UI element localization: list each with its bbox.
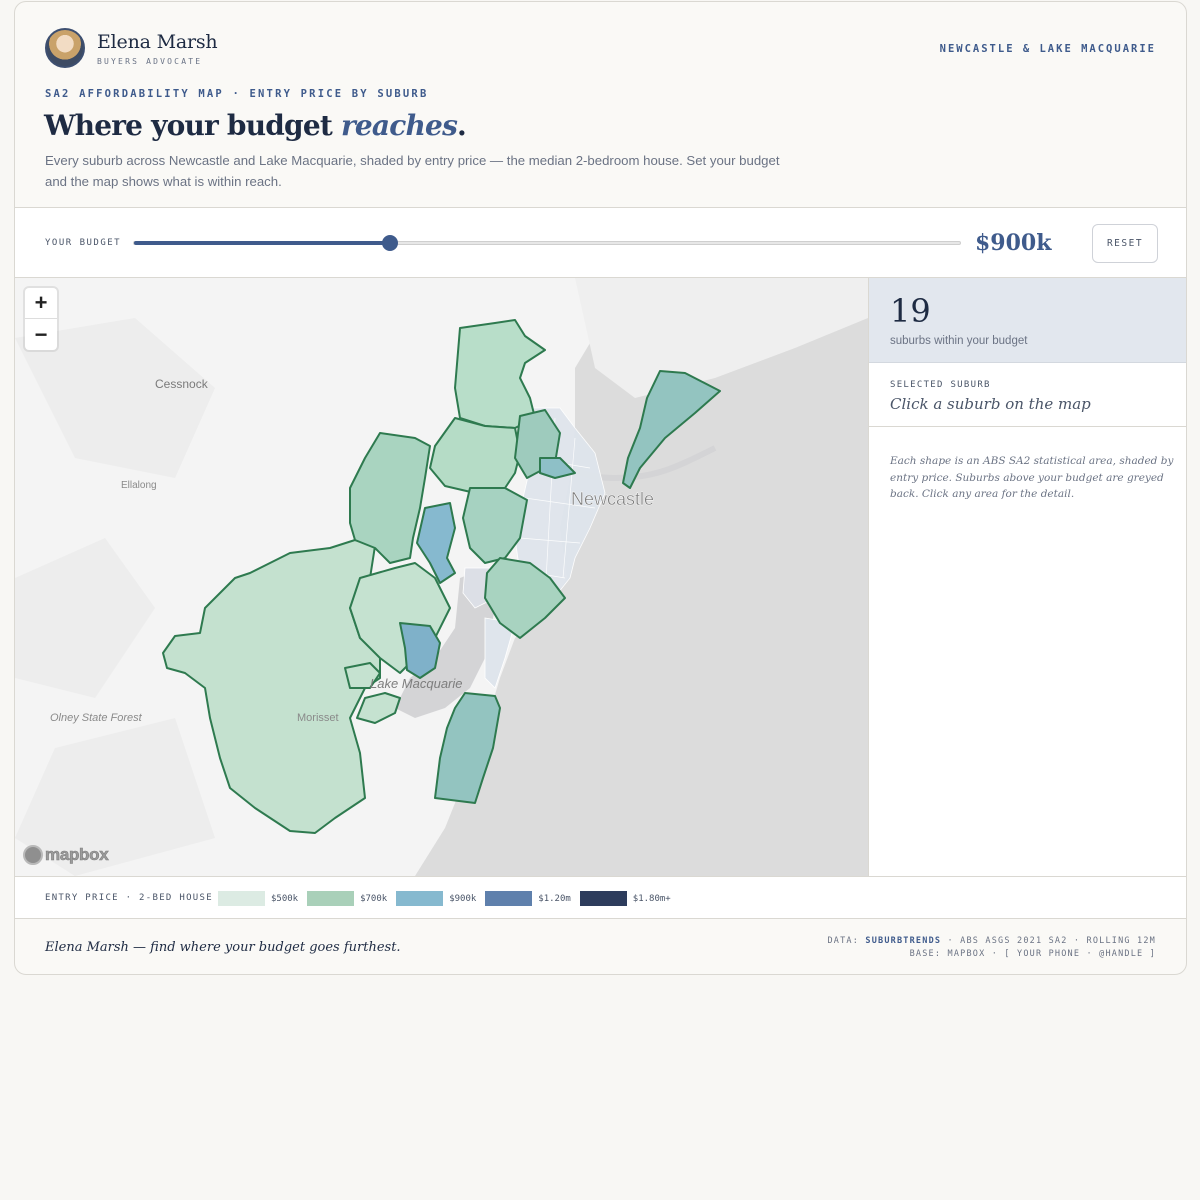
place-morisset: Morisset xyxy=(297,712,339,724)
footer-data-source[interactable]: SUBURBTRENDS xyxy=(865,936,941,946)
title-main: Where your budget xyxy=(44,109,341,142)
legend-swatch xyxy=(307,891,355,906)
mapbox-icon xyxy=(23,845,43,865)
place-lake: Lake Macquarie xyxy=(370,676,463,691)
legend-swatch xyxy=(485,891,533,906)
count-box: 19 suburbs within your budget xyxy=(869,278,1186,363)
eyebrow: SA2 AFFORDABILITY MAP · ENTRY PRICE BY S… xyxy=(45,88,429,100)
region-label: NEWCASTLE & LAKE MACQUARIE xyxy=(939,43,1156,55)
brand-name: Elena Marsh xyxy=(97,30,218,53)
brand: Elena Marsh BUYERS ADVOCATE xyxy=(45,28,218,68)
place-cessnock: Cessnock xyxy=(155,377,209,391)
legend-swatch xyxy=(579,891,627,906)
legend-label: $500k xyxy=(271,893,299,904)
reset-button[interactable]: RESET xyxy=(1092,224,1158,263)
budget-bar: YOUR BUDGET $900k RESET xyxy=(15,207,1186,278)
page-title: Where your budget reaches. xyxy=(44,109,467,142)
budget-value: $900k xyxy=(975,230,1052,256)
budget-slider[interactable] xyxy=(133,235,961,251)
footer-tagline: Elena Marsh — find where your budget goe… xyxy=(45,940,401,955)
zoom-in-button[interactable]: + xyxy=(25,288,57,319)
land-north xyxy=(575,278,868,398)
zoom-out-button[interactable]: − xyxy=(25,319,57,350)
legend-item: $500k xyxy=(218,891,302,906)
avatar xyxy=(45,28,85,68)
legend-item: $1.20m xyxy=(485,891,575,906)
selected-suburb-value: Click a suburb on the map xyxy=(890,395,1091,413)
slider-fill xyxy=(134,241,391,245)
intro-text: Every suburb across Newcastle and Lake M… xyxy=(45,153,780,189)
mapbox-logo[interactable]: mapbox xyxy=(23,845,109,865)
legend-label: $1.80m+ xyxy=(632,893,671,904)
selected-suburb-label: SELECTED SUBURB xyxy=(890,380,991,390)
side-panel: 19 suburbs within your budget SELECTED S… xyxy=(868,278,1186,876)
panel-note: Each shape is an ABS SA2 statistical are… xyxy=(890,455,1174,500)
selected-suburb-box: SELECTED SUBURB Click a suburb on the ma… xyxy=(869,363,1186,427)
legend-items: $500k $700k $900k $1.20m $1.80m+ xyxy=(218,891,680,906)
legend-swatch xyxy=(218,891,265,906)
slider-thumb[interactable] xyxy=(382,235,399,251)
map[interactable]: Cessnock Ellalong Newcastle Lake Macquar… xyxy=(15,278,868,876)
legend-label: $700k xyxy=(360,893,388,904)
legend: ENTRY PRICE · 2-BED HOUSE $500k $700k $900… xyxy=(15,876,1186,919)
legend-item: $900k xyxy=(396,891,480,906)
budget-label: YOUR BUDGET xyxy=(45,238,122,248)
legend-label: $900k xyxy=(449,893,477,904)
legend-item: $1.80m+ xyxy=(579,891,675,906)
legend-label: $1.20m xyxy=(538,893,571,904)
footer-meta: DATA: SUBURBTRENDS · ABS ASGS 2021 SA2 ·… xyxy=(827,935,1156,961)
footer-data-rest: · ABS ASGS 2021 SA2 · ROLLING 12M xyxy=(941,936,1156,946)
mapbox-wordmark: mapbox xyxy=(45,845,109,865)
title-accent: reaches xyxy=(340,109,458,142)
legend-title: ENTRY PRICE · 2-BED HOUSE xyxy=(45,893,213,903)
place-newcastle: Newcastle xyxy=(571,489,654,509)
legend-swatch xyxy=(396,891,444,906)
suburb-count-label: suburbs within your budget xyxy=(890,335,1028,347)
place-olney: Olney State Forest xyxy=(50,712,143,724)
brand-role: BUYERS ADVOCATE xyxy=(97,56,203,66)
suburb-count: 19 xyxy=(890,292,931,330)
app-card: Elena Marsh BUYERS ADVOCATE NEWCASTLE & … xyxy=(14,1,1187,975)
footer-data-line: DATA: SUBURBTRENDS · ABS ASGS 2021 SA2 ·… xyxy=(827,935,1156,948)
zoom-controls: + − xyxy=(25,288,57,350)
footer-data-prefix: DATA: xyxy=(827,936,866,946)
legend-item: $700k xyxy=(307,891,391,906)
suburb-blue-lake[interactable] xyxy=(399,622,441,679)
title-end: . xyxy=(457,109,467,142)
footer-base-line: BASE: MAPBOX · [ YOUR PHONE · @HANDLE ] xyxy=(909,949,1156,959)
map-canvas[interactable]: Cessnock Ellalong Newcastle Lake Macquar… xyxy=(15,278,868,876)
place-ellalong: Ellalong xyxy=(121,480,157,491)
